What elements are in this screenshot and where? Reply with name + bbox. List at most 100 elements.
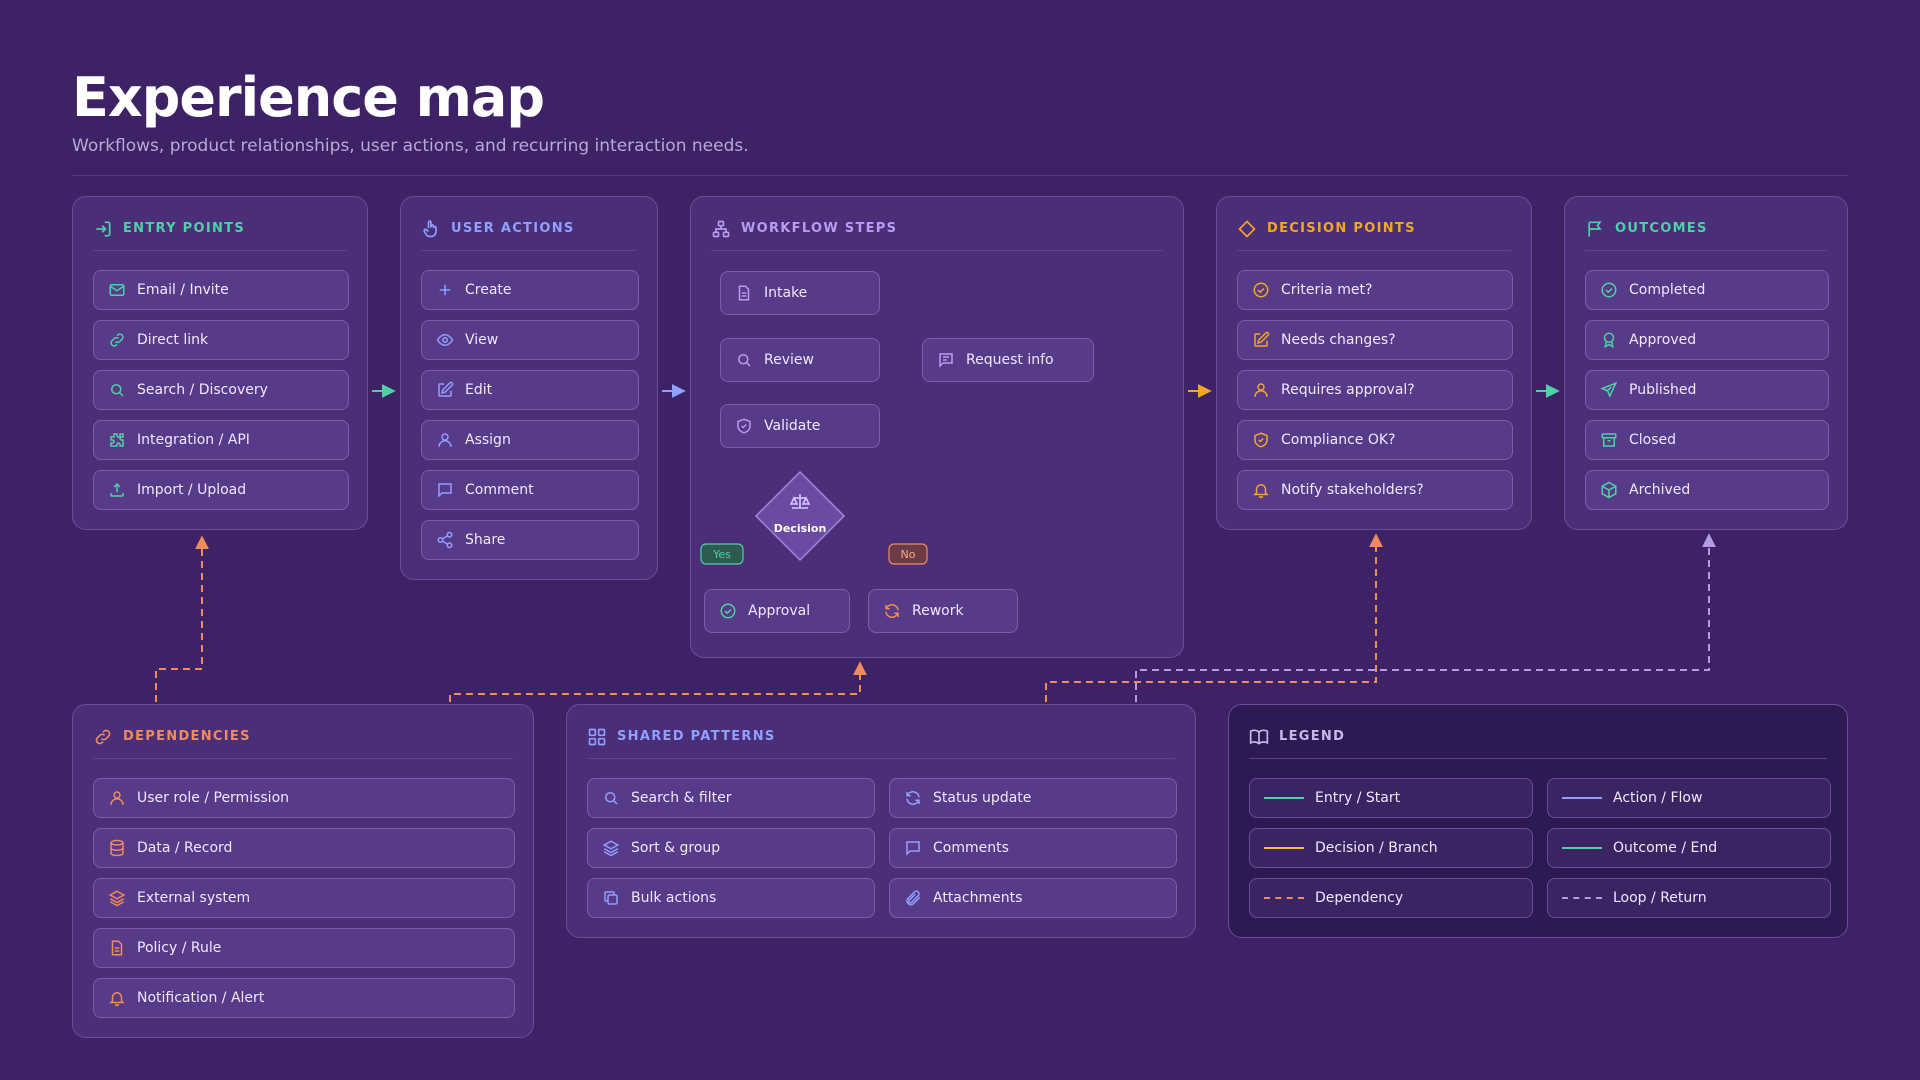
outcome-item-closed[interactable]: Closed [1585, 420, 1829, 460]
action-item-label: Share [465, 532, 506, 548]
refresh-icon [885, 604, 899, 618]
user-icon [1254, 383, 1268, 397]
decision-item-label: Compliance OK? [1281, 432, 1396, 448]
link-icon [95, 729, 111, 745]
legend-item-label: Outcome / End [1613, 840, 1718, 856]
shield-icon [737, 418, 751, 434]
decision-item-label: Requires approval? [1281, 382, 1415, 398]
grid-icon [588, 728, 606, 746]
legend-swatch [1264, 847, 1304, 849]
legend-item-label: Decision / Branch [1315, 840, 1438, 856]
shared-patterns-panel: SHARED PATTERNS Search & filter Status u… [566, 704, 1196, 938]
legend-item-decision-branch: Decision / Branch [1249, 828, 1533, 868]
action-item-share[interactable]: Share [421, 520, 639, 560]
workflow-node-label: Validate [764, 418, 821, 434]
action-item-assign[interactable]: Assign [421, 420, 639, 460]
action-item-create[interactable]: Create [421, 270, 639, 310]
dependency-item-user-role[interactable]: User role / Permission [93, 778, 515, 818]
login-icon [96, 221, 111, 237]
plus-icon [439, 284, 451, 296]
legend-title: LEGEND [1279, 729, 1346, 744]
legend-item-label: Action / Flow [1613, 790, 1703, 806]
entry-item-email-invite[interactable]: Email / Invite [93, 270, 349, 310]
hierarchy-icon [712, 220, 730, 238]
decision-diamond[interactable]: Decision [754, 470, 846, 562]
pattern-item-status-update[interactable]: Status update [889, 778, 1177, 818]
upload-icon [110, 482, 124, 497]
dependency-item-label: External system [137, 890, 251, 906]
edit-icon [1254, 331, 1270, 347]
decision-item-label: Needs changes? [1281, 332, 1396, 348]
action-item-view[interactable]: View [421, 320, 639, 360]
message-icon [939, 353, 953, 368]
legend-item-label: Loop / Return [1613, 890, 1707, 906]
workflow-steps-header: WORKFLOW STEPS [711, 219, 1163, 251]
action-item-edit[interactable]: Edit [421, 370, 639, 410]
mail-icon [109, 284, 125, 296]
dependency-item-notification-alert[interactable]: Notification / Alert [93, 978, 515, 1018]
document-icon [111, 940, 123, 956]
workflow-node-rework[interactable]: Rework [868, 589, 1018, 633]
workflow-node-approval[interactable]: Approval [704, 589, 850, 633]
entry-item-label: Import / Upload [137, 482, 247, 498]
dependency-item-data-record[interactable]: Data / Record [93, 828, 515, 868]
entry-item-import-upload[interactable]: Import / Upload [93, 470, 349, 510]
decision-points-panel: DECISION POINTS Criteria met? Needs chan… [1216, 196, 1532, 530]
legend-item-label: Entry / Start [1315, 790, 1401, 806]
entry-points-header: ENTRY POINTS [93, 219, 347, 251]
dependency-item-label: Data / Record [137, 840, 233, 856]
layers-icon [602, 840, 620, 857]
decision-item-compliance-ok[interactable]: Compliance OK? [1237, 420, 1513, 460]
outcome-item-completed[interactable]: Completed [1585, 270, 1829, 310]
dependency-item-policy-rule[interactable]: Policy / Rule [93, 928, 515, 968]
workflow-node-label: Request info [966, 352, 1054, 368]
outcomes-title: OUTCOMES [1615, 221, 1708, 236]
outcomes-header: OUTCOMES [1585, 219, 1827, 251]
pattern-item-bulk-actions[interactable]: Bulk actions [587, 878, 875, 918]
legend-to-outcome-loop [1135, 533, 1716, 702]
check-circle-icon [1253, 282, 1269, 298]
outcome-item-archived[interactable]: Archived [1585, 470, 1829, 510]
dependency-item-external-system[interactable]: External system [93, 878, 515, 918]
legend-swatch [1562, 797, 1602, 799]
shared-patterns-header: SHARED PATTERNS [587, 727, 1175, 759]
entry-item-search-discovery[interactable]: Search / Discovery [93, 370, 349, 410]
pattern-item-attachments[interactable]: Attachments [889, 878, 1177, 918]
workflow-node-request-info[interactable]: Request info [922, 338, 1094, 382]
legend-item-action-flow: Action / Flow [1547, 778, 1831, 818]
outcome-item-label: Archived [1629, 482, 1691, 498]
action-item-comment[interactable]: Comment [421, 470, 639, 510]
workflow-node-review[interactable]: Review [720, 338, 880, 382]
dependencies-header: DEPENDENCIES [93, 727, 513, 759]
pattern-item-search-filter[interactable]: Search & filter [587, 778, 875, 818]
action-item-label: Edit [465, 382, 493, 398]
pattern-item-comments[interactable]: Comments [889, 828, 1177, 868]
pattern-item-sort-group[interactable]: Sort & group [587, 828, 875, 868]
legend-header: LEGEND [1249, 727, 1827, 759]
entry-item-integration-api[interactable]: Integration / API [93, 420, 349, 460]
check-circle-icon [720, 603, 736, 619]
decision-item-needs-changes[interactable]: Needs changes? [1237, 320, 1513, 360]
comment-icon [906, 841, 920, 856]
decision-item-notify-stakeholders[interactable]: Notify stakeholders? [1237, 470, 1513, 510]
workflow-node-label: Rework [912, 603, 964, 619]
outcome-item-published[interactable]: Published [1585, 370, 1829, 410]
share-icon [437, 531, 453, 549]
legend-item-label: Dependency [1315, 890, 1404, 906]
check-circle-icon [1601, 282, 1617, 298]
decision-item-criteria-met[interactable]: Criteria met? [1237, 270, 1513, 310]
puzzle-icon [110, 433, 124, 447]
action-item-label: Assign [465, 432, 511, 448]
entry-item-direct-link[interactable]: Direct link [93, 320, 349, 360]
search-icon [111, 384, 124, 397]
workflow-node-validate[interactable]: Validate [720, 404, 880, 448]
user-icon [438, 433, 452, 447]
database-icon [110, 839, 124, 857]
shared-patterns-title: SHARED PATTERNS [617, 729, 776, 744]
legend-swatch [1562, 847, 1602, 849]
yes-tag: Yes [700, 543, 744, 565]
outcome-item-approved[interactable]: Approved [1585, 320, 1829, 360]
workflow-node-intake[interactable]: Intake [720, 271, 880, 315]
decision-item-requires-approval[interactable]: Requires approval? [1237, 370, 1513, 410]
decision-points-header: DECISION POINTS [1237, 219, 1511, 251]
